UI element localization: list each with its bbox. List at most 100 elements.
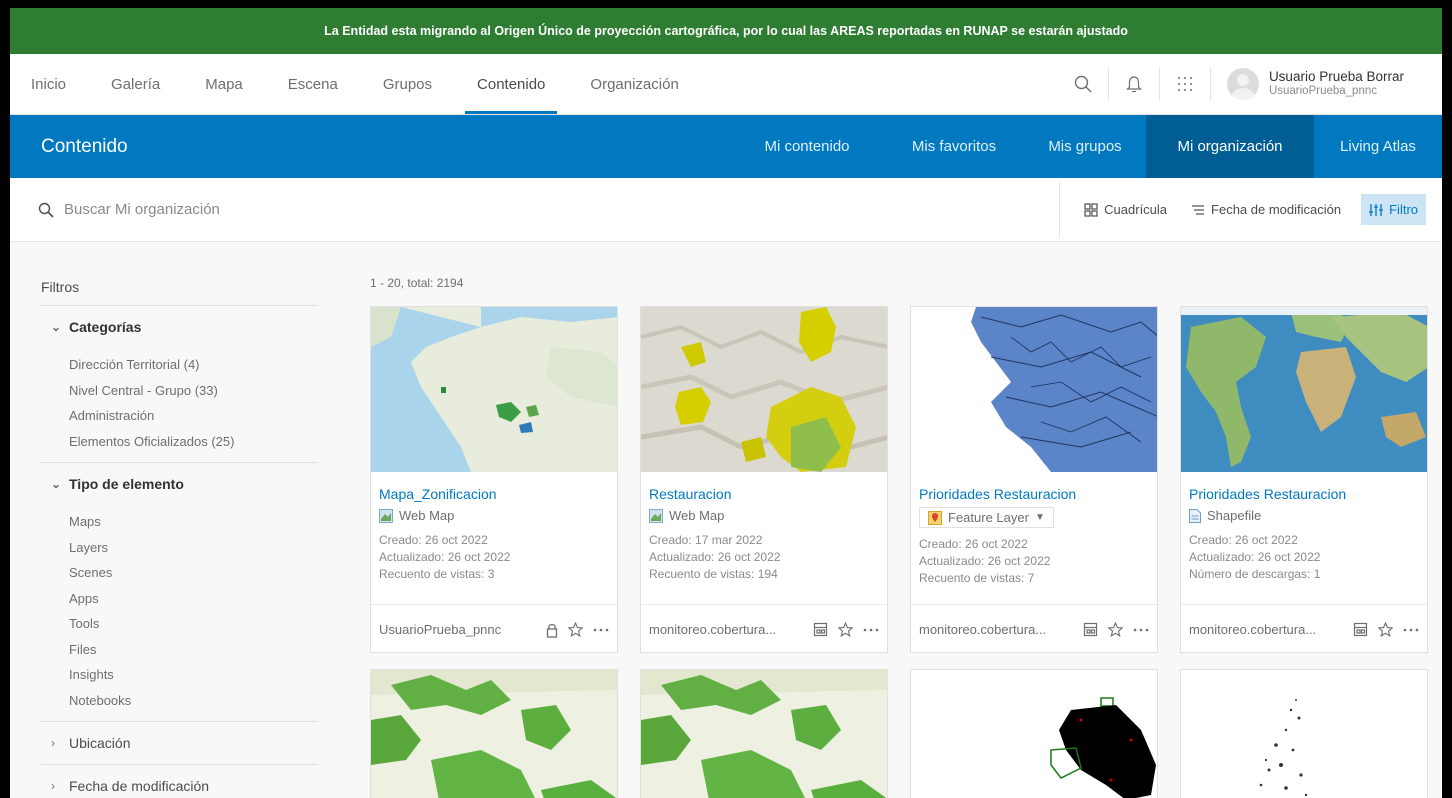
item-thumbnail[interactable] [911, 670, 1157, 798]
type-item-files[interactable]: Files [69, 637, 318, 663]
search-icon [38, 202, 54, 218]
nav-link-mapa[interactable]: Mapa [205, 54, 243, 114]
apps-icon[interactable] [1166, 65, 1204, 103]
organization-share-icon [813, 622, 828, 637]
tab-mis-favoritos[interactable]: Mis favoritos [884, 115, 1024, 178]
favorite-star-icon[interactable] [1378, 622, 1393, 637]
type-item-tools[interactable]: Tools [69, 611, 318, 637]
item-title[interactable]: Mapa_Zonificacion [379, 486, 609, 502]
item-owner[interactable]: monitoreo.cobertura... [919, 622, 1073, 637]
categories-list: Dirección Territorial (4) Nivel Central … [41, 348, 318, 462]
sort-label: Fecha de modificación [1211, 202, 1342, 217]
item-type: Shapefile [1189, 508, 1419, 523]
item-owner[interactable]: monitoreo.cobertura... [1189, 622, 1343, 637]
item-thumbnail[interactable] [371, 670, 617, 798]
nav-right: Usuario Prueba Borrar UsuarioPrueba_pnnc [1064, 54, 1442, 114]
filter-button[interactable]: Filtro [1361, 194, 1426, 225]
more-options-icon[interactable] [1403, 628, 1419, 632]
type-item-insights[interactable]: Insights [69, 662, 318, 688]
filter-section-item-type: ⌄ Tipo de elemento Maps Layers Scenes Ap… [41, 463, 318, 722]
user-login: UsuarioPrueba_pnnc [1268, 85, 1377, 98]
tab-mi-contenido[interactable]: Mi contenido [730, 115, 884, 178]
favorite-star-icon[interactable] [1108, 622, 1123, 637]
item-title[interactable]: Prioridades Restauracion [919, 486, 1149, 502]
type-item-scenes[interactable]: Scenes [69, 560, 318, 586]
type-item-maps[interactable]: Maps [69, 509, 318, 535]
item-meta: Creado: 26 oct 2022 Actualizado: 26 oct … [379, 532, 609, 583]
search-icon[interactable] [1064, 65, 1102, 103]
type-item-apps[interactable]: Apps [69, 586, 318, 612]
item-title[interactable]: Restauracion [649, 486, 879, 502]
sort-button[interactable]: Fecha de modificación [1187, 196, 1345, 223]
grid-view-button[interactable]: Cuadrícula [1080, 196, 1171, 223]
nav-link-galeria[interactable]: Galería [111, 54, 160, 114]
item-type-toggle[interactable]: ⌄ Tipo de elemento [41, 463, 318, 505]
item-thumbnail[interactable] [1181, 670, 1427, 798]
content-tabs: Mi contenido Mis favoritos Mis grupos Mi… [730, 115, 1442, 178]
search-input[interactable] [64, 201, 464, 218]
favorite-star-icon[interactable] [838, 622, 853, 637]
item-thumbnail[interactable] [1181, 307, 1427, 472]
nav-link-escena[interactable]: Escena [288, 54, 338, 114]
feature-layer-icon [928, 510, 942, 525]
tab-living-atlas[interactable]: Living Atlas [1314, 115, 1442, 178]
item-owner[interactable]: monitoreo.cobertura... [649, 622, 803, 637]
organization-share-icon [1083, 622, 1098, 637]
type-item-layers[interactable]: Layers [69, 535, 318, 561]
chevron-right-icon: › [51, 736, 55, 750]
user-menu[interactable]: Usuario Prueba Borrar UsuarioPrueba_pnnc [1269, 69, 1404, 99]
categories-toggle[interactable]: ⌄ Categorías [41, 306, 318, 348]
more-options-icon[interactable] [1133, 628, 1149, 632]
item-footer: monitoreo.cobertura... [1181, 604, 1427, 654]
search-box [10, 178, 1059, 241]
type-item-notebooks[interactable]: Notebooks [69, 688, 318, 714]
item-owner[interactable]: UsuarioPrueba_pnnc [379, 622, 536, 637]
item-updated: Actualizado: 26 oct 2022 [919, 553, 1051, 568]
tab-mis-grupos[interactable]: Mis grupos [1024, 115, 1146, 178]
organization-share-icon [1353, 622, 1368, 637]
nav-link-grupos[interactable]: Grupos [383, 54, 432, 114]
chevron-down-icon: ⌄ [51, 320, 62, 334]
web-map-icon [649, 508, 663, 523]
content-header: Contenido Mi contenido Mis favoritos Mis… [10, 115, 1442, 178]
web-map-icon [379, 508, 393, 523]
item-updated: Actualizado: 26 oct 2022 [649, 550, 781, 564]
category-item[interactable]: Administración [69, 403, 318, 429]
item-card [1180, 669, 1428, 798]
avatar[interactable] [1226, 68, 1259, 100]
nav-link-inicio[interactable]: Inicio [31, 54, 66, 114]
item-type: Web Map [379, 508, 609, 523]
item-thumbnail[interactable] [641, 307, 887, 472]
more-options-icon[interactable] [863, 628, 879, 632]
category-item[interactable]: Nivel Central - Grupo (33) [69, 378, 318, 404]
item-created: Creado: 26 oct 2022 [379, 533, 488, 547]
location-toggle[interactable]: › Ubicación [41, 722, 318, 764]
item-thumbnail[interactable] [371, 307, 617, 472]
item-type-label: Shapefile [1207, 508, 1262, 523]
item-card [640, 669, 888, 798]
nav-link-contenido[interactable]: Contenido [464, 54, 558, 114]
item-type-label: Web Map [399, 508, 455, 523]
item-type-list: Maps Layers Scenes Apps Tools Files Insi… [41, 505, 318, 721]
chevron-right-icon: › [51, 779, 55, 793]
item-title[interactable]: Prioridades Restauracion [1189, 486, 1419, 502]
filters-sidebar: Filtros ⌄ Categorías Dirección Territori… [10, 243, 340, 798]
item-footer: monitoreo.cobertura... [911, 604, 1157, 654]
item-type-dropdown[interactable]: Feature Layer ▼ [919, 507, 1054, 528]
sort-icon [1192, 204, 1205, 215]
category-item[interactable]: Elementos Oficializados (25) [69, 429, 318, 455]
favorite-star-icon[interactable] [568, 622, 583, 637]
modified-toggle[interactable]: › Fecha de modificación [41, 765, 318, 798]
bell-icon[interactable] [1115, 65, 1153, 103]
nav-link-organizacion[interactable]: Organización [590, 54, 678, 114]
item-thumbnail[interactable] [911, 307, 1157, 472]
item-created: Creado: 26 oct 2022 [1189, 533, 1298, 547]
top-navigation: Inicio Galería Mapa Escena Grupos Conten… [10, 54, 1442, 115]
item-meta: Creado: 17 mar 2022 Actualizado: 26 oct … [649, 532, 879, 583]
item-card [370, 669, 618, 798]
more-options-icon[interactable] [593, 628, 609, 632]
item-thumbnail[interactable] [641, 670, 887, 798]
filters-title: Filtros [41, 279, 318, 306]
tab-mi-organizacion[interactable]: Mi organización [1146, 115, 1314, 178]
category-item[interactable]: Dirección Territorial (4) [69, 352, 318, 378]
